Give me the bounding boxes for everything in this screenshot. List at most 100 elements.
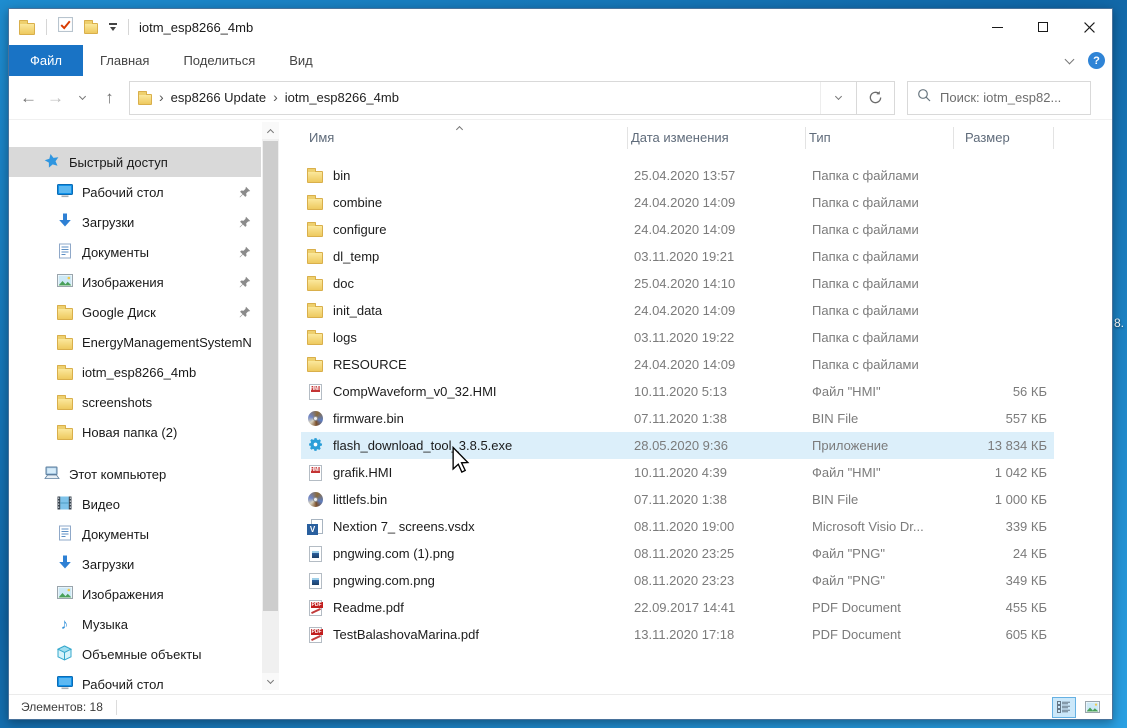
new-folder-button[interactable] bbox=[84, 23, 98, 34]
file-row[interactable]: firmware.bin 07.11.2020 1:38 BIN File 55… bbox=[301, 405, 1054, 432]
tab-view[interactable]: Вид bbox=[272, 45, 330, 76]
toolbar-separator bbox=[46, 19, 47, 35]
file-name: Readme.pdf bbox=[333, 600, 404, 615]
sidebar-item[interactable]: Объемные объекты bbox=[9, 639, 261, 669]
customize-toolbar-dropdown[interactable] bbox=[109, 23, 117, 31]
sidebar-item[interactable]: Рабочий стол bbox=[9, 177, 261, 207]
sidebar-item-label: Документы bbox=[82, 245, 149, 260]
breadcrumb-item[interactable]: iotm_esp8266_4mb bbox=[285, 90, 399, 105]
sidebar-item[interactable]: Документы bbox=[9, 237, 261, 267]
file-size: 349 КБ bbox=[954, 573, 1054, 588]
sidebar-item-icon bbox=[55, 425, 74, 440]
folder-icon bbox=[307, 279, 323, 291]
forward-button[interactable]: → bbox=[42, 84, 69, 112]
column-header-name[interactable]: Имя bbox=[306, 127, 628, 149]
sidebar-item-icon bbox=[55, 645, 74, 664]
file-row[interactable]: dl_temp 03.11.2020 19:21 Папка с файлами bbox=[301, 243, 1054, 270]
properties-check-button[interactable] bbox=[58, 17, 73, 37]
recent-locations-dropdown[interactable] bbox=[69, 84, 96, 112]
file-row[interactable]: grafik.HMI 10.11.2020 4:39 Файл "HMI" 1 … bbox=[301, 459, 1054, 486]
sidebar-item[interactable]: Документы bbox=[9, 519, 261, 549]
column-header-type[interactable]: Тип bbox=[806, 127, 954, 149]
collapse-ribbon-chevron-icon[interactable] bbox=[1065, 54, 1075, 64]
file-date-modified: 07.11.2020 1:38 bbox=[628, 492, 806, 507]
file-row[interactable]: pngwing.com (1).png 08.11.2020 23:25 Фай… bbox=[301, 540, 1054, 567]
sidebar-item[interactable]: Рабочий стол bbox=[9, 669, 261, 694]
sidebar-item[interactable]: Новая папка (2) bbox=[9, 417, 261, 447]
file-row[interactable]: CompWaveform_v0_32.HMI 10.11.2020 5:13 Ф… bbox=[301, 378, 1054, 405]
file-row[interactable]: bin 25.04.2020 13:57 Папка с файлами bbox=[301, 162, 1054, 189]
sidebar-item[interactable]: Google Диск bbox=[9, 297, 261, 327]
back-button[interactable]: ← bbox=[15, 84, 42, 112]
sidebar-item-label: Документы bbox=[82, 527, 149, 542]
file-row[interactable]: init_data 24.04.2020 14:09 Папка с файла… bbox=[301, 297, 1054, 324]
search-input[interactable] bbox=[940, 90, 1081, 105]
file-type-icon bbox=[306, 491, 324, 508]
file-date-modified: 08.11.2020 23:25 bbox=[628, 546, 806, 561]
folder-icon bbox=[307, 198, 323, 210]
minimize-button[interactable] bbox=[974, 9, 1020, 45]
close-button[interactable] bbox=[1066, 9, 1112, 45]
maximize-button[interactable] bbox=[1020, 9, 1066, 45]
file-row[interactable]: TestBalashovaMarina.pdf 13.11.2020 17:18… bbox=[301, 621, 1054, 648]
tab-home[interactable]: Главная bbox=[83, 45, 166, 76]
this-pc-icon bbox=[44, 466, 60, 483]
quick-access-toolbar bbox=[9, 17, 129, 37]
tab-file[interactable]: Файл bbox=[9, 45, 83, 76]
file-row[interactable]: combine 24.04.2020 14:09 Папка с файлами bbox=[301, 189, 1054, 216]
sidebar-item-label: iotm_esp8266_4mb bbox=[82, 365, 196, 380]
sidebar-item[interactable]: ♪ Музыка bbox=[9, 609, 261, 639]
sidebar-group-gap bbox=[9, 447, 261, 459]
breadcrumb-item[interactable]: esp8266 Update bbox=[171, 90, 266, 105]
scrollbar-down-arrow[interactable] bbox=[262, 673, 279, 690]
file-row[interactable]: flash_download_tool_3.8.5.exe 28.05.2020… bbox=[301, 432, 1054, 459]
sidebar-item[interactable]: iotm_esp8266_4mb bbox=[9, 357, 261, 387]
sidebar-item[interactable]: EnergyManagementSystemN bbox=[9, 327, 261, 357]
file-row[interactable]: doc 25.04.2020 14:10 Папка с файлами bbox=[301, 270, 1054, 297]
scrollbar-thumb[interactable] bbox=[263, 141, 278, 611]
column-header-date[interactable]: Дата изменения bbox=[628, 127, 806, 149]
thumbnail-view-button[interactable] bbox=[1080, 697, 1104, 718]
help-button[interactable]: ? bbox=[1088, 52, 1105, 69]
folder-icon bbox=[57, 428, 73, 440]
file-name-cell: pngwing.com (1).png bbox=[306, 545, 628, 562]
sidebar-item[interactable]: Загрузки bbox=[9, 207, 261, 237]
file-name: configure bbox=[333, 222, 386, 237]
folder-icon bbox=[57, 368, 73, 380]
address-history-dropdown[interactable] bbox=[821, 82, 856, 114]
sidebar-item[interactable]: Изображения bbox=[9, 267, 261, 297]
file-row[interactable]: Readme.pdf 22.09.2017 14:41 PDF Document… bbox=[301, 594, 1054, 621]
details-view-button[interactable] bbox=[1052, 697, 1076, 718]
file-row[interactable]: pngwing.com.png 08.11.2020 23:23 Файл "P… bbox=[301, 567, 1054, 594]
sidebar-item-label: Google Диск bbox=[82, 305, 156, 320]
file-type-icon bbox=[306, 275, 324, 292]
file-row[interactable]: RESOURCE 24.04.2020 14:09 Папка с файлам… bbox=[301, 351, 1054, 378]
up-button[interactable]: ↑ bbox=[96, 84, 123, 112]
file-row[interactable]: littlefs.bin 07.11.2020 1:38 BIN File 1 … bbox=[301, 486, 1054, 513]
file-type: Приложение bbox=[806, 438, 954, 453]
file-name-cell: grafik.HMI bbox=[306, 464, 628, 481]
sidebar-item-icon bbox=[55, 365, 74, 380]
main-area: Быстрый доступ Рабочий стол Загрузки Док… bbox=[9, 120, 1112, 694]
refresh-button[interactable] bbox=[857, 81, 895, 115]
sidebar-item[interactable]: Видео bbox=[9, 489, 261, 519]
file-row[interactable]: configure 24.04.2020 14:09 Папка с файла… bbox=[301, 216, 1054, 243]
sidebar-item[interactable]: Этот компьютер bbox=[9, 459, 261, 489]
scrollbar-up-arrow[interactable] bbox=[262, 122, 279, 139]
sidebar-item[interactable]: Изображения bbox=[9, 579, 261, 609]
file-name: TestBalashovaMarina.pdf bbox=[333, 627, 479, 642]
sidebar-item[interactable]: Загрузки bbox=[9, 549, 261, 579]
sidebar-item[interactable]: screenshots bbox=[9, 387, 261, 417]
file-type: BIN File bbox=[806, 492, 954, 507]
file-date-modified: 07.11.2020 1:38 bbox=[628, 411, 806, 426]
address-bar[interactable]: › esp8266 Update › iotm_esp8266_4mb bbox=[129, 81, 857, 115]
tab-share[interactable]: Поделиться bbox=[166, 45, 272, 76]
pin-icon bbox=[239, 216, 251, 231]
file-row[interactable]: VNextion 7_ screens.vsdx 08.11.2020 19:0… bbox=[301, 513, 1054, 540]
file-row[interactable]: logs 03.11.2020 19:22 Папка с файлами bbox=[301, 324, 1054, 351]
sidebar-scrollbar[interactable] bbox=[262, 122, 279, 690]
sidebar-item[interactable]: Быстрый доступ bbox=[9, 147, 261, 177]
file-size: 13 834 КБ bbox=[954, 438, 1054, 453]
column-header-size[interactable]: Размер bbox=[954, 127, 1054, 149]
breadcrumb-chevron-icon: › bbox=[273, 89, 278, 107]
